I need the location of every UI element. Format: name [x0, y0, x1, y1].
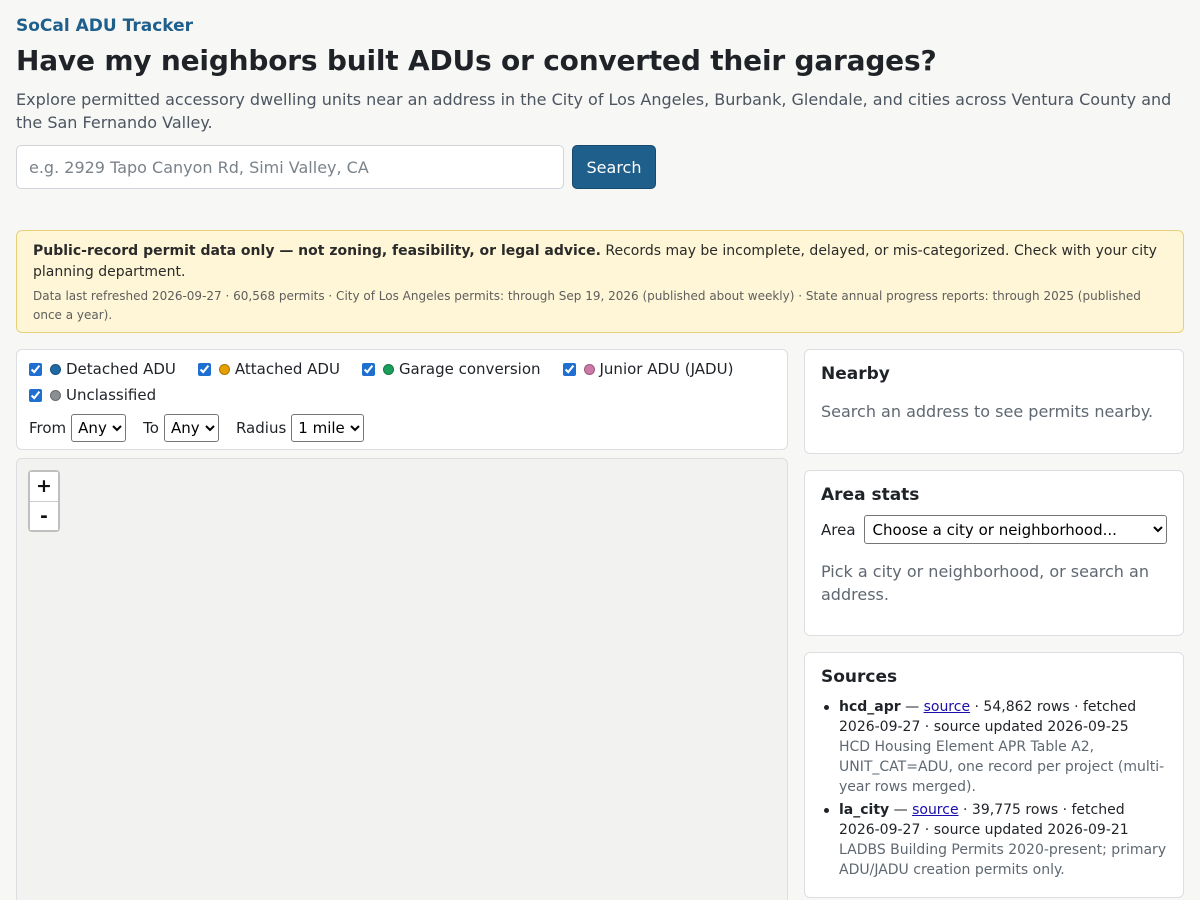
filter-detached-adu[interactable]: Detached ADU: [29, 356, 176, 382]
filter-junior-adu[interactable]: Junior ADU (JADU): [562, 356, 734, 382]
nearby-panel: Nearby Search an address to see permits …: [804, 349, 1184, 454]
source-link[interactable]: source: [912, 802, 959, 818]
area-label: Area: [821, 520, 856, 539]
filter-label: Attached ADU: [234, 360, 340, 378]
filter-garage-conversion-checkbox[interactable]: [361, 362, 375, 376]
nearby-message: Search an address to see permits nearby.: [821, 402, 1154, 421]
radius-label: Radius: [235, 419, 287, 437]
sources-title: Sources: [821, 667, 898, 687]
address-search-input[interactable]: [16, 145, 564, 189]
garage-conversion-swatch: [382, 363, 394, 375]
data-refresh-meta: Data last refreshed 2026-09-27 · 60,568 …: [33, 289, 1141, 322]
filter-detached-adu-checkbox[interactable]: [29, 362, 42, 376]
disclaimer-text: Public-record permit data only — not zon…: [33, 241, 1167, 283]
date-radius-filters: From Any To Any Radius 1 mile: [29, 414, 775, 442]
filter-label: Junior ADU (JADU): [599, 360, 734, 378]
page-description: Explore permitted accessory dwelling uni…: [16, 90, 1172, 132]
area-select-row: Area Choose a city or neighborhood...: [821, 515, 1167, 544]
search-button[interactable]: Search: [572, 145, 656, 189]
source-separator: —: [889, 802, 913, 818]
source-item: la_city — source · 39,775 rows · fetched…: [821, 800, 1167, 880]
filter-unclassified[interactable]: Unclassified: [29, 382, 156, 408]
filter-attached-adu[interactable]: Attached ADU: [197, 356, 340, 382]
from-label: From: [29, 419, 67, 437]
sources-panel: Sources hcd_apr — source · 54,862 rows ·…: [804, 652, 1184, 898]
area-stats-message: Pick a city or neighborhood, or search a…: [821, 562, 1149, 604]
to-year-select[interactable]: Any: [163, 414, 219, 442]
source-description: HCD Housing Element APR Table A2, UNIT_C…: [839, 739, 1165, 795]
zoom-in-button[interactable]: +: [30, 472, 58, 501]
filter-label: Unclassified: [66, 386, 157, 404]
filter-label: Garage conversion: [398, 360, 541, 378]
disclaimer-bold: Public-record permit data only — not zon…: [33, 243, 601, 259]
from-year-select[interactable]: Any: [71, 414, 127, 442]
source-link[interactable]: source: [924, 699, 971, 715]
filter-unclassified-checkbox[interactable]: [29, 388, 42, 402]
filter-panel: Detached ADU Attached ADU Garage convers…: [16, 349, 788, 450]
brand-title: SoCal ADU Tracker: [16, 16, 194, 36]
source-separator: —: [900, 699, 924, 715]
source-description: LADBS Building Permits 2020-present; pri…: [839, 842, 1167, 878]
page-headline: Have my neighbors built ADUs or converte…: [16, 44, 937, 77]
permit-map[interactable]: + -: [16, 458, 788, 900]
zoom-out-button[interactable]: -: [30, 501, 58, 530]
area-select[interactable]: Choose a city or neighborhood...: [863, 515, 1167, 544]
filter-junior-adu-checkbox[interactable]: [562, 362, 576, 376]
filter-label: Detached ADU: [66, 360, 176, 378]
attached-adu-swatch: [218, 363, 230, 375]
sources-list: hcd_apr — source · 54,862 rows · fetched…: [821, 697, 1167, 880]
unclassified-swatch: [50, 389, 61, 401]
area-stats-title: Area stats: [821, 485, 920, 505]
area-stats-panel: Area stats Area Choose a city or neighbo…: [804, 470, 1184, 636]
nearby-title: Nearby: [821, 364, 890, 384]
zoom-control: + -: [28, 470, 60, 532]
radius-select[interactable]: 1 mile: [291, 414, 365, 442]
junior-adu-swatch: [583, 363, 595, 375]
source-name: hcd_apr: [839, 699, 901, 715]
to-label: To: [143, 419, 159, 437]
category-filters: Detached ADU Attached ADU Garage convers…: [29, 350, 769, 408]
source-name: la_city: [839, 802, 890, 818]
filter-attached-adu-checkbox[interactable]: [197, 362, 211, 376]
detached-adu-swatch: [50, 363, 61, 375]
disclaimer-notice: Public-record permit data only — not zon…: [16, 230, 1184, 333]
source-item: hcd_apr — source · 54,862 rows · fetched…: [821, 697, 1167, 797]
filter-garage-conversion[interactable]: Garage conversion: [361, 356, 541, 382]
